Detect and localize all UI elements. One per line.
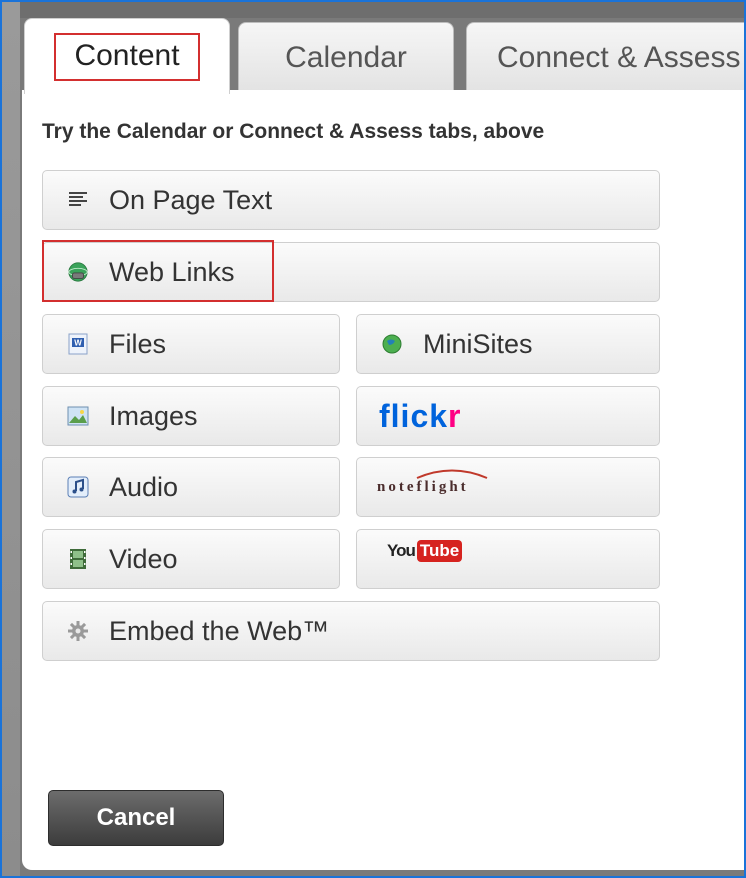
flickr-logo: flickr: [379, 397, 462, 434]
flickr-button[interactable]: flickr: [356, 386, 660, 446]
globe-icon: [381, 333, 403, 355]
minisites-button[interactable]: MiniSites: [356, 314, 660, 374]
on-page-text-label: On Page Text: [109, 184, 273, 215]
word-document-icon: W: [67, 333, 89, 355]
minisites-label: MiniSites: [423, 328, 533, 359]
audio-button[interactable]: Audio: [42, 457, 340, 517]
gear-icon: [67, 620, 89, 642]
cancel-button[interactable]: Cancel: [48, 790, 224, 846]
audio-label: Audio: [109, 471, 179, 502]
noteflight-arc-icon: [416, 469, 488, 479]
youtube-button[interactable]: You Tube: [356, 529, 660, 589]
images-label: Images: [109, 400, 198, 431]
video-label: Video: [109, 543, 178, 574]
background-page-left: [2, 2, 20, 876]
files-button[interactable]: W Files: [42, 314, 340, 374]
picture-icon: [67, 405, 89, 427]
tab-calendar[interactable]: Calendar: [238, 22, 454, 94]
tab-bar: Content Calendar Connect & Assess: [24, 16, 744, 94]
on-page-text-button[interactable]: On Page Text: [42, 170, 660, 230]
web-links-button[interactable]: Web Links: [42, 242, 660, 302]
tab-connect-assess-label: Connect & Assess: [497, 41, 741, 74]
tab-content[interactable]: Content: [24, 18, 230, 94]
tab-calendar-label: Calendar: [285, 41, 407, 74]
embed-the-web-button[interactable]: Embed the Web™: [42, 601, 660, 661]
hint-text: Try the Calendar or Connect & Assess tab…: [42, 120, 545, 143]
files-label: Files: [109, 328, 167, 359]
tab-connect-assess[interactable]: Connect & Assess: [466, 22, 744, 94]
content-panel: Try the Calendar or Connect & Assess tab…: [22, 90, 744, 870]
globe-link-icon: [67, 261, 89, 283]
noteflight-button[interactable]: noteflight: [356, 457, 660, 517]
embed-the-web-label: Embed the Web™: [109, 615, 330, 646]
svg-text:W: W: [74, 339, 82, 348]
tab-content-label: Content: [54, 33, 200, 81]
noteflight-logo: noteflight: [377, 469, 488, 496]
video-button[interactable]: Video: [42, 529, 340, 589]
youtube-logo: You Tube: [387, 540, 463, 562]
text-lines-icon: [67, 189, 89, 211]
web-links-label: Web Links: [109, 256, 235, 287]
screenshot-frame: Content Calendar Connect & Assess Try th…: [0, 0, 746, 878]
images-button[interactable]: Images: [42, 386, 340, 446]
film-strip-icon: [67, 548, 89, 570]
music-note-icon: [67, 476, 89, 498]
